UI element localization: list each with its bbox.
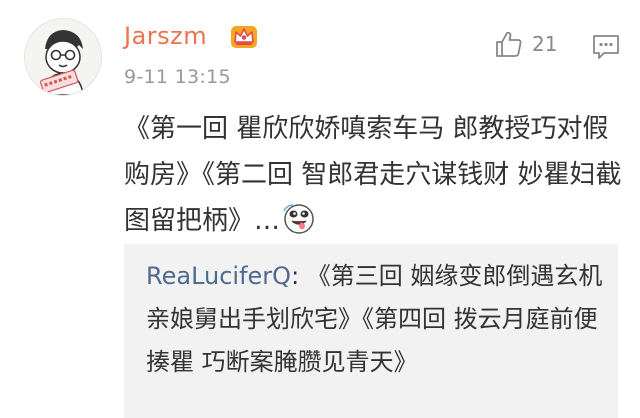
comment-timestamp: 9-11 13:15 bbox=[124, 66, 231, 88]
comment-text: 《第一回 瞿欣欣娇嗔索车马 郎教授巧对假购房》《第二回 智郎君走穴谋钱财 妙瞿妇… bbox=[124, 114, 622, 236]
reply-author[interactable]: ReaLuciferQ bbox=[146, 262, 291, 290]
avatar-cartoon-icon bbox=[39, 30, 84, 95]
thumbs-up-icon bbox=[496, 31, 522, 57]
comment-icon[interactable] bbox=[590, 30, 622, 62]
reply-separator: : bbox=[291, 262, 300, 290]
reply-body: ReaLuciferQ: 《第三回 姻缘变郎倒遇玄机 亲娘舅出手划欣宅》《第四回… bbox=[146, 255, 612, 384]
comment-body: 《第一回 瞿欣欣娇嗔索车马 郎教授巧对假购房》《第二回 智郎君走穴谋钱财 妙瞿妇… bbox=[124, 106, 624, 244]
crown-badge-icon[interactable] bbox=[228, 20, 260, 52]
like-count: 21 bbox=[532, 32, 558, 56]
silly-face-emoji-icon bbox=[283, 204, 314, 234]
like-button[interactable]: 21 bbox=[494, 26, 557, 62]
username[interactable]: Jarszm bbox=[124, 22, 207, 50]
avatar[interactable] bbox=[24, 18, 102, 96]
